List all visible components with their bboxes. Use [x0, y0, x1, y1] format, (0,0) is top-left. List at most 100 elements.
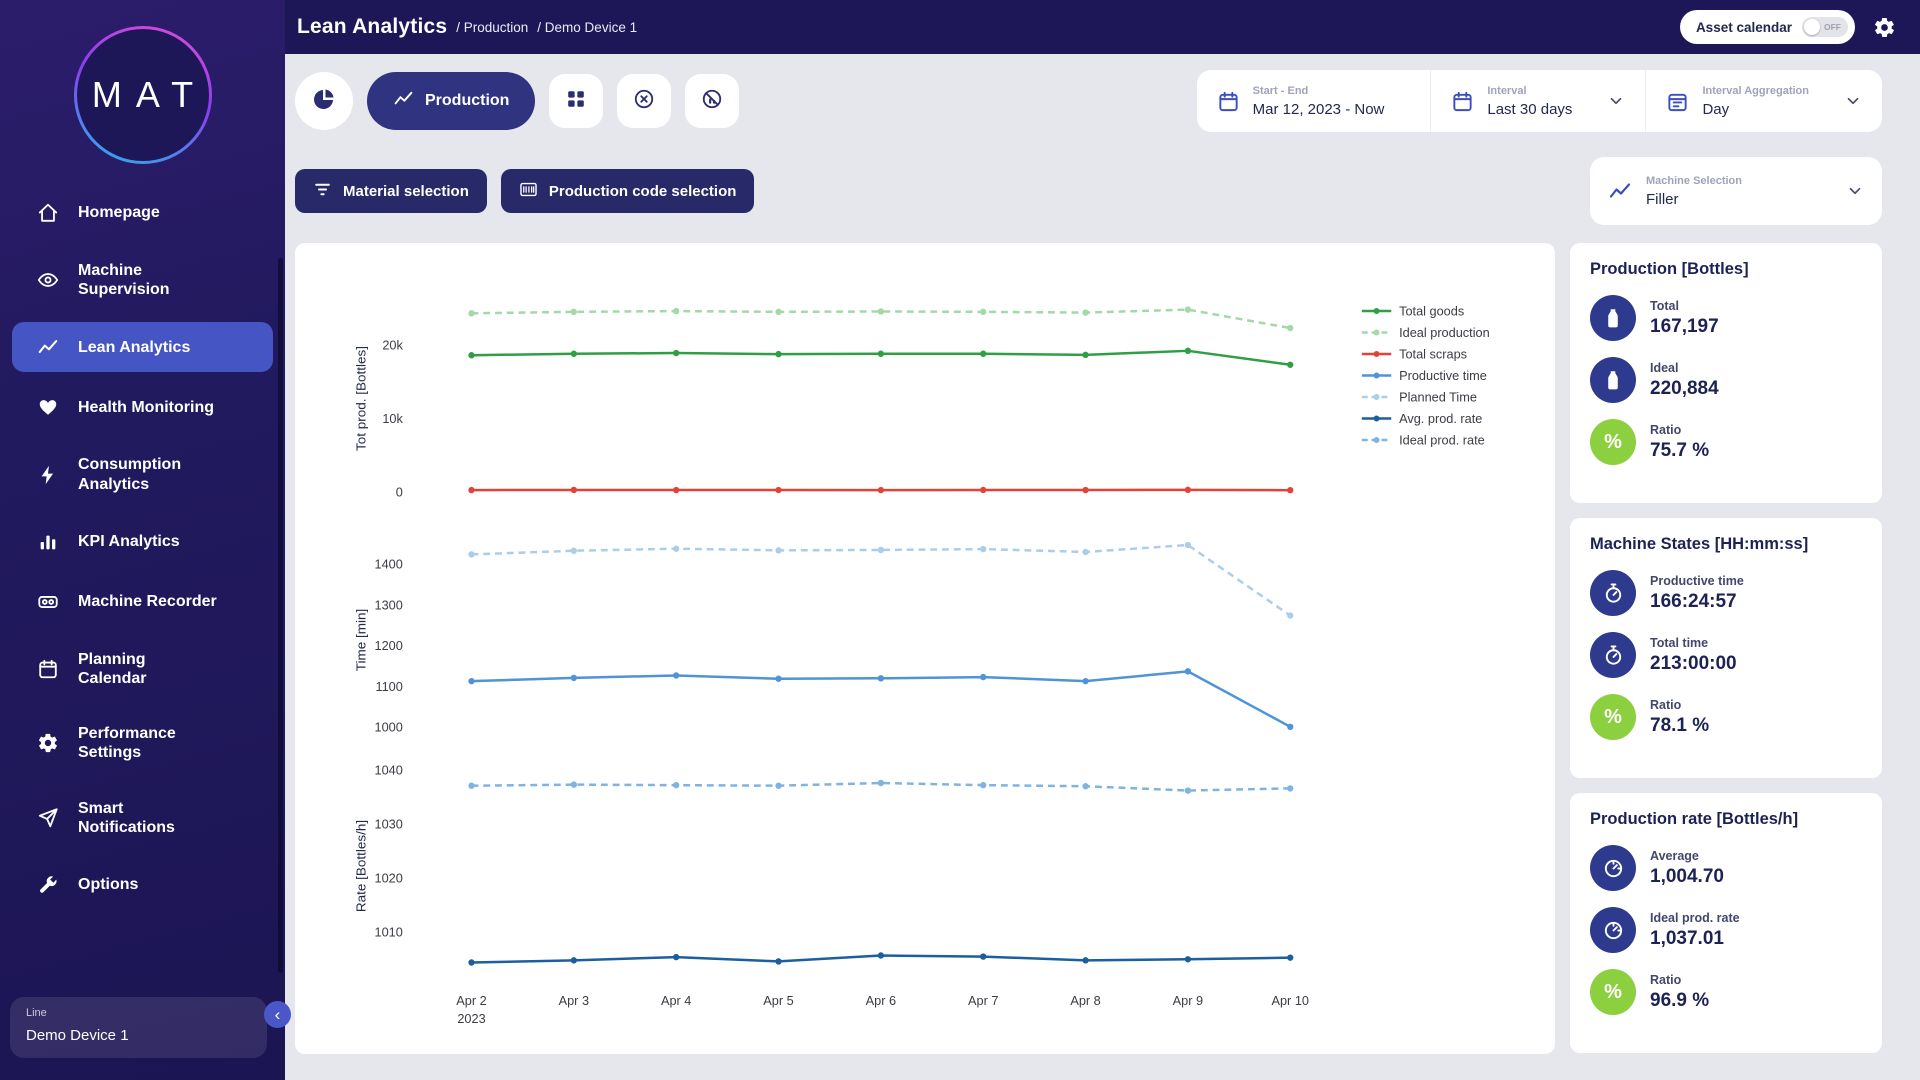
metric-value: 1,037.01 [1650, 928, 1740, 950]
svg-text:1010: 1010 [375, 925, 403, 940]
machine-selection-dropdown[interactable]: Machine Selection Filler [1590, 157, 1882, 225]
svg-text:Rate [Bottles/h]: Rate [Bottles/h] [354, 820, 369, 912]
aggregation-picker[interactable]: Interval Aggregation Day [1645, 70, 1882, 132]
downtime-view-button[interactable] [685, 74, 739, 128]
svg-text:20k: 20k [382, 337, 403, 352]
sidebar-item-machine-recorder[interactable]: Machine Recorder [12, 577, 273, 627]
barcode-icon [519, 180, 538, 203]
aggregation-label: Interval Aggregation [1702, 85, 1809, 97]
production-bottles-card: Production [Bottles] Total 167,197 Ideal… [1570, 243, 1882, 503]
card-title: Machine States [HH:mm:ss] [1590, 535, 1862, 554]
svg-text:Apr 2: Apr 2 [456, 993, 486, 1008]
sidebar-item-lean-analytics[interactable]: Lean Analytics [12, 322, 273, 372]
sidebar-item-label: KPI Analytics [78, 532, 180, 551]
sidebar-nav: Homepage Machine Supervision Lean Analyt… [0, 178, 285, 1080]
machine-states-card: Machine States [HH:mm:ss] Productive tim… [1570, 518, 1882, 778]
metric-row-total-time: Total time 213:00:00 [1590, 632, 1862, 678]
metric-value: 96.9 % [1650, 990, 1709, 1012]
start-end-picker[interactable]: Start - End Mar 12, 2023 - Now [1197, 70, 1431, 132]
svg-text:0: 0 [396, 484, 403, 499]
production-code-selection-button[interactable]: Production code selection [501, 169, 755, 213]
production-rate-card: Production rate [Bottles/h] Average 1,00… [1570, 793, 1882, 1053]
metric-label: Productive time [1650, 574, 1744, 588]
svg-text:Tot prod. [Bottles]: Tot prod. [Bottles] [354, 346, 369, 451]
bottle-icon [1590, 295, 1636, 341]
svg-text:10k: 10k [382, 411, 403, 426]
sidebar-scrollbar[interactable] [278, 258, 283, 973]
sidebar-item-consumption-analytics[interactable]: Consumption Analytics [12, 442, 273, 506]
line-chart-icon [36, 335, 60, 359]
metric-row-average: Average 1,004.70 [1590, 845, 1862, 891]
sidebar-collapse-button[interactable]: ‹ [264, 1001, 291, 1028]
interval-picker[interactable]: Interval Last 30 days [1430, 70, 1645, 132]
wrench-icon [36, 873, 60, 897]
production-chart-card: 010k20kTot prod. [Bottles]10001100120013… [295, 243, 1555, 1054]
scraps-view-button[interactable] [617, 74, 671, 128]
gauge-icon [1590, 845, 1636, 891]
start-end-label: Start - End [1253, 85, 1385, 97]
line-selector-card[interactable]: Line Demo Device 1 [10, 997, 267, 1058]
sidebar-item-label: Machine Supervision [78, 261, 170, 299]
machine-selection-value: Filler [1646, 191, 1810, 208]
metric-value: 78.1 % [1650, 715, 1709, 737]
svg-text:Apr 7: Apr 7 [968, 993, 998, 1008]
sidebar-item-label: Consumption Analytics [78, 455, 181, 493]
metric-value: 220,884 [1650, 378, 1719, 400]
pie-view-button[interactable] [295, 72, 353, 130]
sidebar: MAT Homepage Machine Supervision Lean An… [0, 0, 285, 1080]
sidebar-item-planning-calendar[interactable]: Planning Calendar [12, 637, 273, 701]
breadcrumb-production[interactable]: / Production [456, 20, 528, 35]
metric-value: 213:00:00 [1650, 653, 1737, 675]
grid-view-button[interactable] [549, 74, 603, 128]
metric-row-ideal: Ideal 220,884 [1590, 357, 1862, 403]
start-end-value: Mar 12, 2023 - Now [1253, 101, 1385, 118]
bar-chart-icon [36, 530, 60, 554]
sidebar-item-homepage[interactable]: Homepage [12, 188, 273, 238]
sidebar-item-machine-supervision[interactable]: Machine Supervision [12, 248, 273, 312]
sidebar-item-label: Options [78, 875, 138, 894]
metric-row-ratio: % Ratio 78.1 % [1590, 694, 1862, 740]
pie-chart-icon [312, 87, 336, 116]
breadcrumb-device[interactable]: / Demo Device 1 [537, 20, 637, 35]
no-data-icon [701, 88, 723, 115]
svg-text:Apr 5: Apr 5 [763, 993, 793, 1008]
metric-label: Total [1650, 299, 1719, 313]
production-code-selection-label: Production code selection [549, 183, 737, 200]
svg-text:1040: 1040 [375, 762, 403, 777]
line-label: Line [26, 1007, 251, 1019]
svg-text:Avg. prod. rate: Avg. prod. rate [1399, 411, 1482, 426]
content: Production Start - End Mar 12, 2023 - No… [285, 54, 1920, 1080]
svg-text:1300: 1300 [375, 597, 403, 612]
chevron-down-icon [1844, 92, 1862, 110]
metric-row-ratio: % Ratio 75.7 % [1590, 419, 1862, 465]
kpi-cards-column: Production [Bottles] Total 167,197 Ideal… [1570, 243, 1882, 1053]
asset-calendar-toggle-pill[interactable]: Asset calendar OFF [1680, 10, 1855, 44]
interval-value: Last 30 days [1487, 101, 1572, 118]
svg-text:Ideal production: Ideal production [1399, 325, 1490, 340]
logo-ring: MAT [74, 26, 212, 164]
sidebar-item-options[interactable]: Options [12, 860, 273, 910]
card-title: Production rate [Bottles/h] [1590, 810, 1862, 829]
sidebar-item-label: Health Monitoring [78, 398, 214, 417]
settings-gear-icon[interactable] [1873, 16, 1896, 39]
sidebar-item-label: Homepage [78, 203, 160, 222]
metric-label: Ratio [1650, 973, 1709, 987]
sidebar-item-performance-settings[interactable]: Performance Settings [12, 711, 273, 775]
sidebar-item-health-monitoring[interactable]: Health Monitoring [12, 382, 273, 432]
production-tab-button[interactable]: Production [367, 72, 535, 130]
toggle-state-label: OFF [1824, 22, 1841, 32]
svg-text:Apr 9: Apr 9 [1173, 993, 1203, 1008]
grid-icon [565, 88, 587, 115]
material-selection-button[interactable]: Material selection [295, 169, 487, 213]
asset-calendar-switch[interactable]: OFF [1802, 17, 1848, 37]
recorder-icon [36, 590, 60, 614]
svg-text:1020: 1020 [375, 871, 403, 886]
svg-text:1030: 1030 [375, 816, 403, 831]
sidebar-item-smart-notifications[interactable]: Smart Notifications [12, 786, 273, 850]
calendar-icon [36, 657, 60, 681]
sidebar-item-kpi-analytics[interactable]: KPI Analytics [12, 517, 273, 567]
heart-icon [36, 395, 60, 419]
svg-text:1100: 1100 [375, 679, 402, 694]
sidebar-item-label: Planning Calendar [78, 650, 146, 688]
bottle-icon [1590, 357, 1636, 403]
